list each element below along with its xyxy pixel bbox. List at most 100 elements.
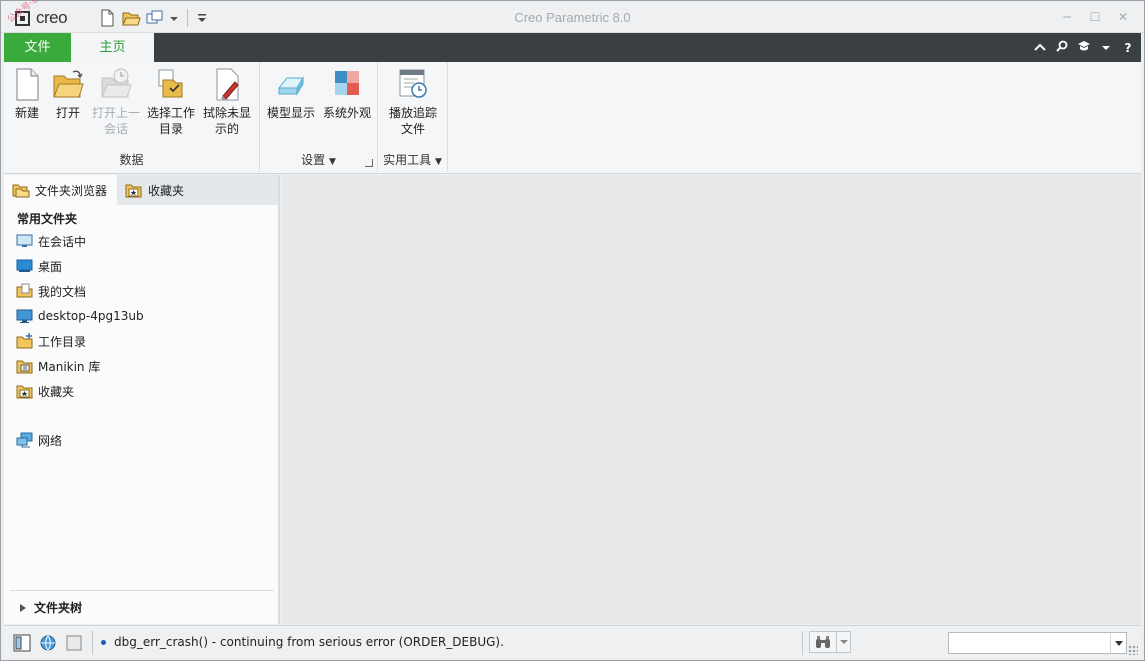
nav-item-network[interactable]: 网络 [16, 429, 62, 451]
tab-folder-browser-label: 文件夹浏览器 [35, 183, 108, 198]
status-separator [802, 631, 803, 655]
settings-dialog-launcher-icon[interactable] [365, 159, 373, 167]
learning-icon[interactable] [1077, 40, 1091, 55]
ribbon-tab-strip: 文件 主页 ? [4, 33, 1141, 62]
nav-item-manikin-library[interactable]: Manikin 库 [16, 355, 100, 377]
title-bar: creo 公众号·软件管家 Creo Parametric 8.0 ─ ☐ ✕ [1, 0, 1144, 33]
erase-not-displayed-icon [210, 66, 244, 102]
collapse-ribbon-icon[interactable] [1033, 41, 1047, 55]
computer-icon [16, 308, 34, 324]
open-last-session-button[interactable]: 打开上一 会话 [90, 66, 142, 137]
erase-not-displayed-button[interactable]: 拭除未显 示的 [200, 66, 254, 137]
system-appearance-button[interactable]: 系统外观 [320, 66, 374, 121]
favorites-icon [16, 383, 34, 399]
nav-item-computer[interactable]: desktop-4pg13ub [16, 305, 144, 327]
network-icon [16, 432, 34, 448]
close-icon[interactable]: ✕ [1112, 7, 1134, 27]
folder-browser-icon [12, 182, 30, 198]
open-last-session-label-1: 打开上一 [91, 106, 140, 120]
model-display-label: 模型显示 [266, 106, 315, 120]
system-appearance-icon [330, 66, 364, 102]
maximize-icon[interactable]: ☐ [1084, 7, 1106, 27]
main-content-area[interactable] [282, 175, 1141, 624]
tab-favorites[interactable]: 收藏夹 [117, 175, 237, 205]
group-utilities-label-text: 实用工具 [383, 153, 432, 167]
nav-item-desktop[interactable]: 桌面 [16, 255, 62, 277]
group-data: 新建 打开 打开上一 会话 选择工作 目录 拭除未显 示的 数据 [4, 62, 260, 172]
group-utilities: 播放追踪 文件 实用工具 ▼ [378, 62, 448, 172]
chevron-right-icon [20, 603, 26, 612]
nav-item-favorites[interactable]: 收藏夹 [16, 380, 74, 402]
select-working-directory-icon [154, 66, 188, 102]
status-message-text: dbg_err_crash() - continuing from seriou… [114, 635, 504, 649]
selection-filter-select[interactable] [948, 632, 1127, 654]
find-button[interactable] [809, 631, 851, 653]
nav-item-in-session[interactable]: 在会话中 [16, 230, 86, 252]
resize-grip-icon[interactable] [1128, 645, 1138, 655]
tab-favorites-label: 收藏夹 [148, 183, 185, 198]
favorites-folder-icon [125, 182, 143, 198]
ribbon: 新建 打开 打开上一 会话 选择工作 目录 拭除未显 示的 数据 模型显示 系统… [4, 62, 1141, 174]
nav-item-label: 桌面 [38, 259, 63, 274]
system-appearance-label: 系统外观 [322, 106, 371, 120]
search-icon[interactable] [1055, 40, 1069, 55]
nav-item-label: Manikin 库 [38, 359, 101, 374]
model-display-icon [274, 66, 308, 102]
tab-home[interactable]: 主页 [71, 33, 154, 62]
select-working-directory-button[interactable]: 选择工作 目录 [144, 66, 198, 137]
navigator-tabs: 文件夹浏览器 收藏夹 [4, 175, 278, 205]
help-icons: ? [1033, 33, 1135, 62]
window-controls: ─ ☐ ✕ [1056, 7, 1134, 27]
group-data-label: 数据 [119, 153, 144, 167]
open-button[interactable]: 打开 [48, 66, 88, 121]
tab-folder-browser[interactable]: 文件夹浏览器 [4, 175, 117, 205]
chevron-down-icon[interactable] [1110, 633, 1126, 653]
status-message: dbg_err_crash() - continuing from seriou… [101, 635, 504, 649]
group-settings-label-text: 设置 [301, 153, 326, 167]
play-trail-file-button[interactable]: 播放追踪 文件 [384, 66, 442, 137]
chevron-down-icon: ▼ [434, 157, 442, 167]
folder-tree-toggle[interactable]: 文件夹树 [10, 590, 274, 624]
toggle-browser-icon[interactable] [39, 634, 57, 652]
session-icon [16, 233, 34, 249]
message-bullet-icon [101, 639, 106, 645]
group-settings: 模型显示 系统外观 设置 ▼ [260, 62, 378, 172]
help-icon[interactable]: ? [1121, 41, 1135, 55]
learning-dropdown-icon[interactable] [1099, 41, 1113, 55]
open-last-session-icon [99, 66, 133, 102]
new-button[interactable]: 新建 [8, 66, 46, 121]
nav-item-working-directory[interactable]: 工作目录 [16, 330, 86, 352]
status-separator [92, 631, 93, 655]
play-trail-file-icon [396, 66, 430, 102]
nav-item-label: 我的文档 [38, 284, 87, 299]
toggle-fullscreen-icon[interactable] [65, 634, 83, 652]
window-title: Creo Parametric 8.0 [514, 10, 631, 25]
model-display-button[interactable]: 模型显示 [264, 66, 318, 121]
nav-item-label: 工作目录 [38, 334, 87, 349]
select-working-directory-label-2: 目录 [158, 122, 183, 136]
find-dropdown-icon[interactable] [836, 632, 850, 652]
binoculars-icon [814, 634, 832, 653]
select-working-directory-label-1: 选择工作 [146, 106, 195, 120]
app-window: creo 公众号·软件管家 Creo Parametric 8.0 ─ ☐ ✕ … [0, 0, 1145, 661]
minimize-icon[interactable]: ─ [1056, 7, 1078, 27]
toggle-navigator-icon[interactable] [13, 634, 31, 652]
erase-not-displayed-label-2: 示的 [214, 122, 239, 136]
open-last-session-label-2: 会话 [103, 122, 128, 136]
desktop-icon [16, 258, 34, 274]
play-trail-file-label-1: 播放追踪 [388, 106, 437, 120]
common-folders-title: 常用文件夹 [17, 212, 78, 226]
folder-tree-label: 文件夹树 [34, 601, 83, 615]
tab-file[interactable]: 文件 [4, 33, 71, 62]
play-trail-file-label-2: 文件 [400, 122, 425, 136]
documents-icon [16, 283, 34, 299]
navigator-panel: 文件夹浏览器 收藏夹 常用文件夹 在会话中 桌面 我的文档 desktop-4p… [4, 175, 280, 624]
group-settings-label[interactable]: 设置 ▼ [260, 151, 377, 168]
nav-item-my-documents[interactable]: 我的文档 [16, 280, 86, 302]
chevron-down-icon: ▼ [328, 157, 336, 167]
erase-not-displayed-label-1: 拭除未显 [202, 106, 251, 120]
group-utilities-label[interactable]: 实用工具 ▼ [378, 151, 447, 168]
nav-item-label: 在会话中 [38, 234, 87, 249]
new-label: 新建 [14, 106, 39, 120]
open-folder-icon [51, 66, 85, 102]
